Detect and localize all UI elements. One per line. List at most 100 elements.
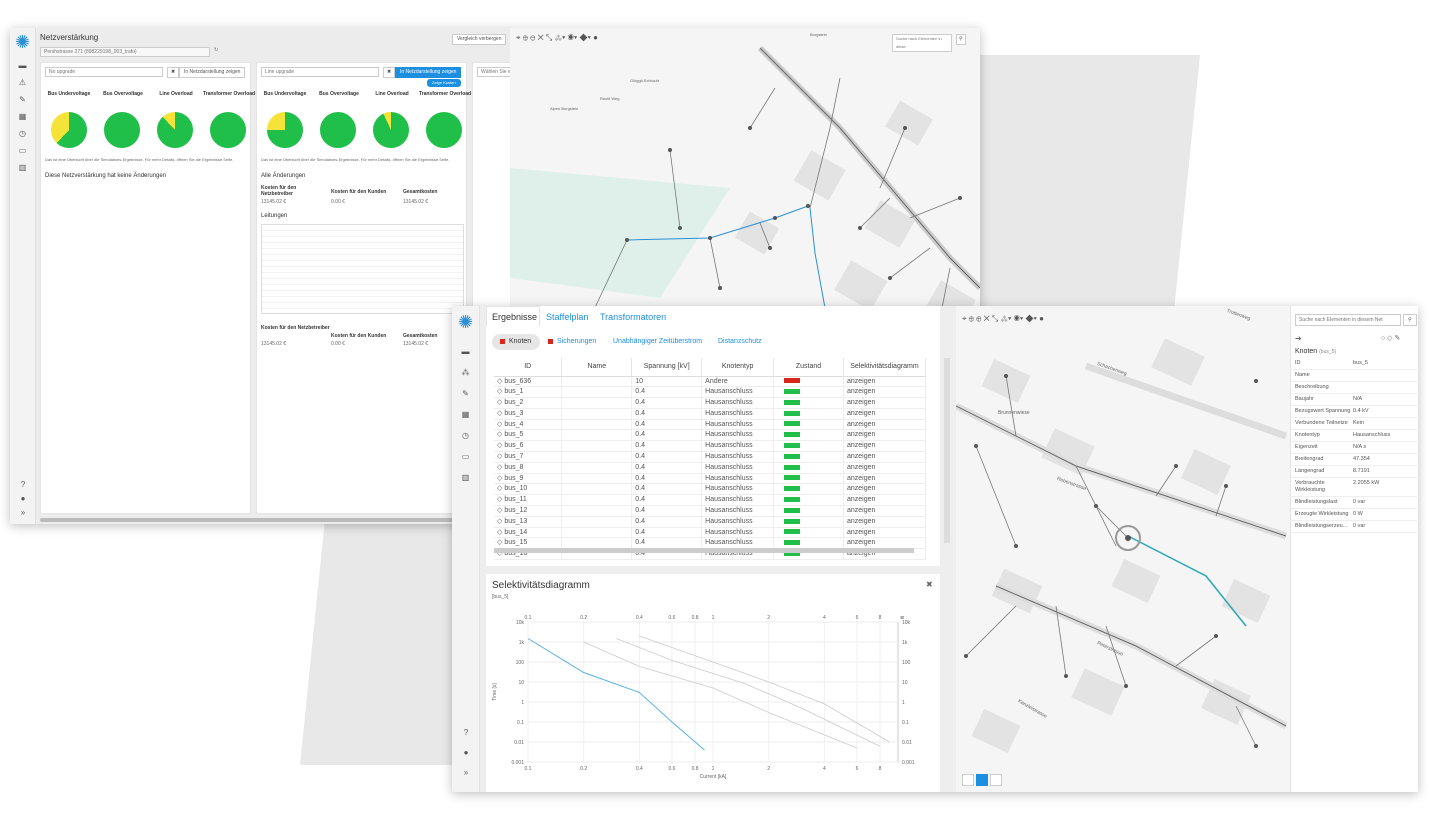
cell-knotentyp: Andere	[701, 376, 775, 388]
table-row[interactable]: ◇ bus_636 10 Andere anzeigen	[494, 376, 927, 388]
expand-icon[interactable]: »	[10, 508, 36, 517]
chart-icon[interactable]: ▥	[10, 163, 35, 172]
table-row[interactable]: ◇ bus_14 0.4 Hausanschluss anzeigen	[494, 527, 927, 539]
network-icon[interactable]: ⁂	[452, 368, 479, 377]
detail-subtitle: (bus_5)	[1319, 349, 1337, 355]
calc-icon[interactable]: ▦	[10, 112, 35, 121]
table-row[interactable]: ◇ bus_11 0.4 Hausanschluss anzeigen	[494, 494, 927, 507]
network-map-2[interactable]: ⌖ ⊕ ⊕ ✕ ⤡ ⁂▾ ◉▾ ◆▾ ● Trottenweg Schachen…	[956, 306, 1290, 792]
tab-ergebnisse[interactable]: Ergebnisse	[492, 312, 537, 322]
map-canvas[interactable]	[956, 306, 1290, 792]
user-icon[interactable]: ●	[452, 748, 480, 757]
table-row[interactable]: ◇ bus_7 0.4 Hausanschluss anzeigen	[494, 451, 927, 463]
monitor-icon[interactable]: ▭	[452, 452, 479, 461]
plug-icon[interactable]: ✎	[452, 389, 479, 398]
clock-icon[interactable]: ◷	[452, 431, 479, 440]
cell-anzeigen[interactable]: anzeigen	[843, 376, 927, 388]
cell-anzeigen[interactable]: anzeigen	[843, 473, 927, 485]
table-row[interactable]: ◇ bus_2 0.4 Hausanschluss anzeigen	[494, 397, 927, 409]
help-icon[interactable]: ?	[452, 728, 480, 737]
detail-list: ID bus_5 Name Beschreibung Baujahr N/A Bezugsw…	[1291, 358, 1417, 533]
horizontal-scrollbar[interactable]	[40, 518, 480, 522]
expand-icon[interactable]: »	[452, 768, 480, 777]
table-row[interactable]: ◇ bus_4 0.4 Hausanschluss anzeigen	[494, 419, 927, 431]
clear-icon[interactable]: ✖	[383, 67, 396, 78]
map-toolbar[interactable]: ⌖ ⊕ ⊖ ✕ ⤡ ⁂▾ ◉▾ ◆▾ ●	[516, 33, 598, 43]
table-row[interactable]: ◇ bus_12 0.4 Hausanschluss anzeigen	[494, 505, 927, 517]
help-icon[interactable]: ?	[10, 480, 36, 489]
map-search-input[interactable]: Suche nach Elementen in diesem Net	[1295, 314, 1401, 326]
table-row[interactable]: ◇ bus_9 0.4 Hausanschluss anzeigen	[494, 473, 927, 485]
pie-title: Bus Undervoltage	[263, 91, 307, 97]
col-knotentyp[interactable]: Knotentyp	[701, 358, 775, 377]
upgrade-select-left[interactable]: No upgrade	[45, 67, 163, 77]
col-zustand[interactable]: Zustand	[773, 358, 844, 377]
monitor-icon[interactable]: ▭	[10, 146, 35, 155]
table-row[interactable]: ◇ bus_5 0.4 Hausanschluss anzeigen	[494, 429, 927, 442]
col-name[interactable]: Name	[561, 358, 633, 377]
table-scrollbar[interactable]	[944, 358, 950, 543]
refresh-icon[interactable]: ↻	[214, 47, 218, 53]
show-costs-badge[interactable]: Zeige Kosten	[427, 79, 461, 87]
show-network-button-right[interactable]: In Netzdarstellung zeigen	[395, 67, 462, 78]
cell-anzeigen[interactable]: anzeigen	[843, 397, 927, 409]
table-row[interactable]: ◇ bus_10 0.4 Hausanschluss anzeigen	[494, 483, 927, 496]
search-icon[interactable]: ⚲	[1403, 314, 1417, 326]
cell-anzeigen[interactable]: anzeigen	[843, 527, 927, 539]
cell-anzeigen[interactable]: anzeigen	[843, 386, 927, 399]
folder-icon[interactable]: ▬	[452, 347, 479, 356]
status-bar	[784, 421, 801, 427]
cell-anzeigen[interactable]: anzeigen	[843, 505, 927, 517]
table-row[interactable]: ◇ bus_8 0.4 Hausanschluss anzeigen	[494, 462, 927, 474]
back-icon[interactable]: ➔	[1295, 334, 1302, 343]
map-search-input[interactable]: Suche nach Elementen in diese	[892, 34, 952, 52]
col-spannung[interactable]: Spannung [kV]	[631, 358, 703, 377]
folder-icon[interactable]: ▬	[10, 61, 35, 70]
results-table[interactable]: ID Name Spannung [kV] Knotentyp Zustand …	[494, 358, 927, 561]
subtab-sicherungen[interactable]: Sicherungen	[557, 338, 596, 345]
search-icon[interactable]: ⚲	[956, 34, 966, 45]
table-row[interactable]: ◇ bus_1 0.4 Hausanschluss anzeigen	[494, 386, 927, 399]
table-row[interactable]: ◇ bus_13 0.4 Hausanschluss anzeigen	[494, 516, 927, 528]
table-row[interactable]: ◇ bus_3 0.4 Hausanschluss anzeigen	[494, 408, 927, 420]
show-network-button-left[interactable]: In Netzdarstellung zeigen	[179, 67, 246, 78]
cell-anzeigen[interactable]: anzeigen	[843, 429, 927, 442]
tab-staffelplan[interactable]: Staffelplan	[546, 312, 588, 322]
map-toolbar[interactable]: ⌖ ⊕ ⊕ ✕ ⤡ ⁂▾ ◉▾ ◆▾ ●	[962, 314, 1044, 324]
lines-table[interactable]	[261, 224, 464, 314]
cell-anzeigen[interactable]: anzeigen	[843, 440, 927, 453]
network-icon[interactable]: ⚠	[10, 78, 35, 87]
close-icon[interactable]: ✖	[926, 580, 933, 589]
user-icon[interactable]: ●	[10, 494, 36, 503]
upgrade-select-right[interactable]: Line upgrade	[261, 67, 379, 77]
subtab-knoten[interactable]: Knoten	[492, 334, 540, 350]
plug-icon[interactable]: ✎	[10, 95, 35, 104]
cell-anzeigen[interactable]: anzeigen	[843, 483, 927, 496]
project-select[interactable]: Pershstrasse 271 (898229198_003_trafo)	[40, 47, 210, 57]
col-selektivitaet[interactable]: Selektivitätsdiagramm	[843, 358, 927, 377]
network-view-icon[interactable]	[990, 774, 1002, 786]
x-tick-label: 0.2	[580, 615, 587, 621]
cell-knotentyp: Hausanschluss	[701, 451, 775, 463]
subtab-distanzschutz[interactable]: Distanzschutz	[718, 338, 762, 345]
table-hscrollbar[interactable]	[494, 548, 914, 553]
calc-icon[interactable]: ▦	[452, 410, 479, 419]
table-row[interactable]: ◇ bus_6 0.4 Hausanschluss anzeigen	[494, 440, 927, 453]
cell-anzeigen[interactable]: anzeigen	[843, 408, 927, 420]
cell-anzeigen[interactable]: anzeigen	[843, 462, 927, 474]
subtab-zeitueberstrom[interactable]: Unabhängiger Zeitüberstrom	[613, 338, 702, 345]
detail-key: Erzeugte Wirkleistung	[1295, 511, 1349, 517]
cell-anzeigen[interactable]: anzeigen	[843, 494, 927, 507]
tab-transformatoren[interactable]: Transformatoren	[600, 312, 666, 322]
globe-icon[interactable]	[976, 774, 988, 786]
hide-compare-button[interactable]: Vergleich verbergen	[452, 34, 507, 45]
layers-icon[interactable]	[962, 774, 974, 786]
cell-anzeigen[interactable]: anzeigen	[843, 419, 927, 431]
cell-anzeigen[interactable]: anzeigen	[843, 451, 927, 463]
clear-icon[interactable]: ✖	[167, 67, 180, 78]
clock-icon[interactable]: ◷	[10, 129, 35, 138]
col-id[interactable]: ID	[494, 358, 563, 377]
detail-actions[interactable]: ○ ◇ ✎	[1381, 334, 1400, 342]
chart-icon[interactable]: ▥	[452, 473, 479, 482]
cell-anzeigen[interactable]: anzeigen	[843, 516, 927, 528]
